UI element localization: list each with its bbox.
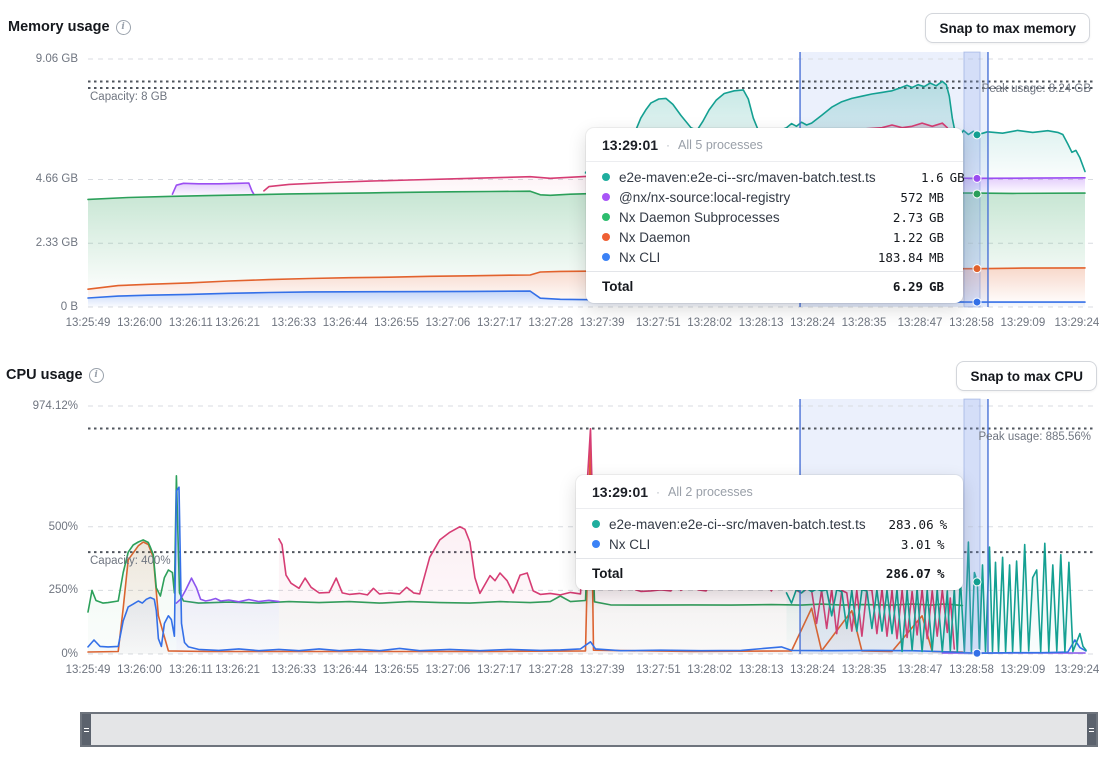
memory-title-text: Memory usage (8, 19, 110, 35)
process-value: 1.6 (892, 170, 944, 185)
hover-dot (973, 649, 981, 657)
charts-canvas[interactable] (0, 0, 1118, 761)
hover-dot (973, 578, 981, 586)
info-icon[interactable]: i (89, 368, 104, 383)
total-label: Total (592, 566, 879, 581)
dot-separator: · (656, 485, 660, 499)
series-color-dot (602, 173, 610, 181)
series-color-dot (602, 213, 610, 221)
cpu-tooltip: 13:29:01 · All 2 processes e2e-maven:e2e-ci… (576, 475, 963, 590)
process-unit: GB (929, 230, 947, 245)
process-unit: MB (929, 190, 947, 205)
memory-chart-title: Memory usage i (8, 19, 131, 35)
tooltip-header: 13:29:01 · All 5 processes (586, 128, 963, 162)
process-name: Nx Daemon Subprocesses (619, 210, 871, 225)
tooltip-row: e2e-maven:e2e-ci--src/maven-batch.test.t… (586, 167, 963, 187)
hover-dot (973, 298, 981, 306)
process-value: 572 (871, 190, 923, 205)
process-name: e2e-maven:e2e-ci--src/maven-batch.test.t… (619, 170, 892, 185)
process-name: @nx/nx-source:local-registry (619, 190, 871, 205)
process-unit: GB (950, 170, 965, 185)
tooltip-subtitle: All 5 processes (678, 138, 763, 152)
time-range-scrollbar[interactable] (80, 712, 1098, 747)
process-name: Nx CLI (609, 537, 879, 552)
scrollbar-left-handle[interactable] (82, 714, 91, 745)
process-value: 1.22 (871, 230, 923, 245)
series-color-dot (592, 540, 600, 548)
total-unit: GB (929, 279, 947, 294)
process-unit: GB (929, 210, 947, 225)
tooltip-time: 13:29:01 (602, 137, 658, 153)
process-name: Nx Daemon (619, 230, 871, 245)
total-label: Total (602, 279, 871, 294)
total-value: 286.07 (879, 566, 931, 581)
dot-separator: · (666, 138, 670, 152)
process-value: 183.84 (871, 250, 923, 265)
series-color-dot (602, 193, 610, 201)
snap-to-max-memory-button[interactable]: Snap to max memory (925, 13, 1090, 43)
hover-dot (973, 265, 981, 273)
cpu-chart-title: CPU usage i (6, 367, 104, 383)
process-value: 2.73 (871, 210, 923, 225)
series-color-dot (592, 520, 600, 528)
process-unit: MB (929, 250, 947, 265)
hover-dot (973, 131, 981, 139)
process-unit: % (940, 517, 948, 532)
scrollbar-right-handle[interactable] (1087, 714, 1096, 745)
process-profile-page: { "chart_data": [ { "id": "mem", "type":… (0, 0, 1118, 761)
info-icon[interactable]: i (116, 20, 131, 35)
process-unit: % (937, 537, 947, 552)
tooltip-row: e2e-maven:e2e-ci--src/maven-batch.test.t… (576, 514, 963, 534)
cpu-title-text: CPU usage (6, 367, 83, 383)
series-color-dot (602, 253, 610, 261)
tooltip-row: Nx CLI183.84 MB (586, 247, 963, 267)
memory-tooltip: 13:29:01 · All 5 processes e2e-maven:e2e-ci… (586, 128, 963, 303)
series-color-dot (602, 233, 610, 241)
tooltip-row: Nx CLI3.01% (576, 534, 963, 554)
tooltip-header: 13:29:01 · All 2 processes (576, 475, 963, 509)
process-value: 283.06 (882, 517, 934, 532)
process-value: 3.01 (879, 537, 931, 552)
hover-dot (973, 190, 981, 198)
total-unit: % (937, 566, 947, 581)
series-area (176, 578, 279, 654)
process-name: e2e-maven:e2e-ci--src/maven-batch.test.t… (609, 517, 882, 532)
tooltip-row: Nx Daemon1.22 GB (586, 227, 963, 247)
tooltip-row: Nx Daemon Subprocesses2.73 GB (586, 207, 963, 227)
tooltip-total-row: Total6.29 GB (586, 271, 963, 303)
tooltip-time: 13:29:01 (592, 484, 648, 500)
tooltip-subtitle: All 2 processes (668, 485, 753, 499)
tooltip-total-row: Total286.07% (576, 558, 963, 590)
process-name: Nx CLI (619, 250, 871, 265)
total-value: 6.29 (871, 279, 923, 294)
hover-slot (964, 399, 980, 654)
snap-to-max-cpu-button[interactable]: Snap to max CPU (956, 361, 1097, 391)
hover-dot (973, 174, 981, 182)
tooltip-row: @nx/nx-source:local-registry572 MB (586, 187, 963, 207)
